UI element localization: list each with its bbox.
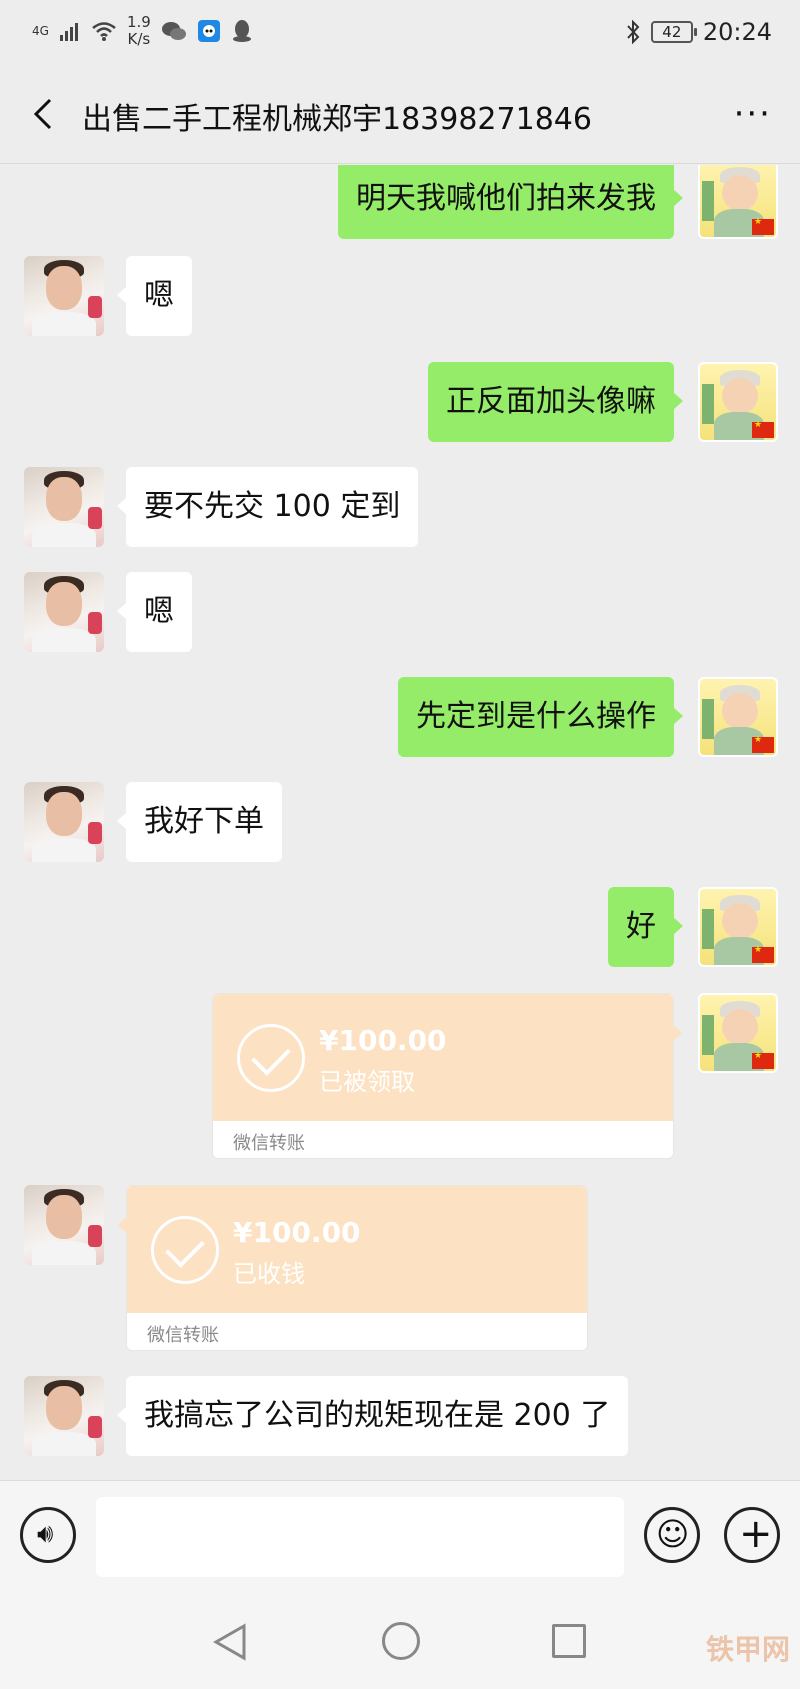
my-avatar[interactable]: [698, 887, 778, 967]
contact-avatar[interactable]: [24, 1376, 104, 1456]
nav-home-icon[interactable]: [382, 1622, 420, 1660]
plus-icon: +: [739, 1511, 773, 1557]
more-options-icon[interactable]: ···: [734, 94, 772, 134]
status-left: 4G 1.9 K/s: [32, 14, 253, 48]
input-bar: 🔊︎ ☺ +: [0, 1480, 800, 1592]
transfer-amount: ¥100.00: [319, 1024, 447, 1057]
chat-header: 出售二手工程机械郑宇18398271846 ···: [0, 66, 800, 164]
net-speed: 1.9 K/s: [126, 13, 151, 48]
nav-back-icon[interactable]: [212, 1622, 248, 1662]
qq-icon: [232, 20, 251, 42]
contact-avatar[interactable]: [24, 572, 104, 652]
message-row: 嗯: [0, 256, 800, 336]
incoming-message-bubble[interactable]: 嗯: [117, 256, 192, 336]
transfer-card-body: ¥100.00 已收钱: [118, 1186, 587, 1313]
message-row: 先定到是什么操作: [0, 677, 800, 757]
outgoing-message-bubble[interactable]: 正反面加头像嘛: [428, 362, 683, 442]
signal-icon: [59, 23, 78, 41]
message-row: 好: [0, 887, 800, 967]
transfer-card-body: ¥100.00 已被领取: [213, 994, 682, 1121]
outgoing-message-bubble[interactable]: 明天我喊他们拍来发我: [338, 165, 683, 239]
outgoing-message-bubble[interactable]: 好: [608, 887, 683, 967]
contact-avatar[interactable]: [24, 782, 104, 862]
voice-input-button[interactable]: 🔊︎: [20, 1507, 76, 1563]
incoming-message-bubble[interactable]: 我搞忘了公司的规矩现在是 200 了: [116, 1376, 629, 1456]
voice-icon: 🔊︎: [37, 1519, 54, 1549]
system-nav-bar: 铁甲网: [0, 1592, 800, 1689]
more-functions-button[interactable]: +: [724, 1507, 780, 1563]
nav-recent-apps-icon[interactable]: [552, 1624, 586, 1658]
status-right: 42 20:24: [625, 18, 772, 46]
battery-icon: 42: [650, 21, 697, 43]
smiley-icon: ☺: [656, 1515, 690, 1553]
incoming-message-bubble[interactable]: 要不先交 100 定到: [116, 467, 419, 547]
transfer-status: 已收钱: [233, 1260, 305, 1288]
message-row: ¥100.00 已被领取 微信转账: [0, 993, 800, 1159]
message-row: 正反面加头像嘛: [0, 362, 800, 442]
check-circle-icon: [151, 1216, 219, 1284]
chat-title: 出售二手工程机械郑宇18398271846: [82, 102, 592, 137]
wechat-icon: [161, 22, 186, 40]
transfer-card[interactable]: ¥100.00 已被领取 微信转账: [212, 993, 682, 1159]
transfer-card[interactable]: ¥100.00 已收钱 微信转账: [118, 1185, 588, 1351]
transfer-status: 已被领取: [319, 1068, 415, 1096]
my-avatar[interactable]: [698, 677, 778, 757]
wifi-icon: [92, 22, 116, 41]
message-row: 我好下单: [0, 782, 800, 862]
message-row: 我搞忘了公司的规矩现在是 200 了: [0, 1376, 800, 1456]
message-row: 明天我喊他们拍来发我: [0, 165, 800, 239]
transfer-label: 微信转账: [147, 1325, 219, 1346]
bluetooth-icon: [627, 19, 640, 45]
outgoing-message-bubble[interactable]: 先定到是什么操作: [398, 677, 683, 757]
my-avatar[interactable]: [698, 165, 778, 239]
app-icon: [197, 20, 220, 42]
back-arrow-icon[interactable]: [24, 94, 64, 134]
contact-avatar[interactable]: [24, 467, 104, 547]
message-row: 嗯: [0, 572, 800, 652]
my-avatar[interactable]: [698, 362, 778, 442]
incoming-message-bubble[interactable]: 我好下单: [117, 782, 282, 862]
status-bar: 4G 1.9 K/s 42 20:24: [0, 0, 800, 66]
watermark-logo: 铁甲网: [705, 1633, 790, 1666]
transfer-amount: ¥100.00: [233, 1216, 361, 1249]
message-row: 要不先交 100 定到: [0, 467, 800, 547]
check-circle-icon: [237, 1024, 305, 1092]
transfer-label: 微信转账: [233, 1133, 305, 1154]
contact-avatar[interactable]: [24, 1185, 104, 1265]
my-avatar[interactable]: [698, 993, 778, 1073]
emoji-button[interactable]: ☺: [644, 1507, 700, 1563]
message-list[interactable]: 明天我喊他们拍来发我 嗯 正反面加头像嘛 要不先交 100 定到 嗯 先定到是什…: [0, 165, 800, 1480]
message-input[interactable]: [96, 1497, 624, 1577]
network-type: 4G: [32, 24, 49, 38]
incoming-message-bubble[interactable]: 嗯: [117, 572, 192, 652]
message-row: ¥100.00 已收钱 微信转账: [0, 1185, 800, 1351]
contact-avatar[interactable]: [24, 256, 104, 336]
clock: 20:24: [702, 18, 772, 46]
